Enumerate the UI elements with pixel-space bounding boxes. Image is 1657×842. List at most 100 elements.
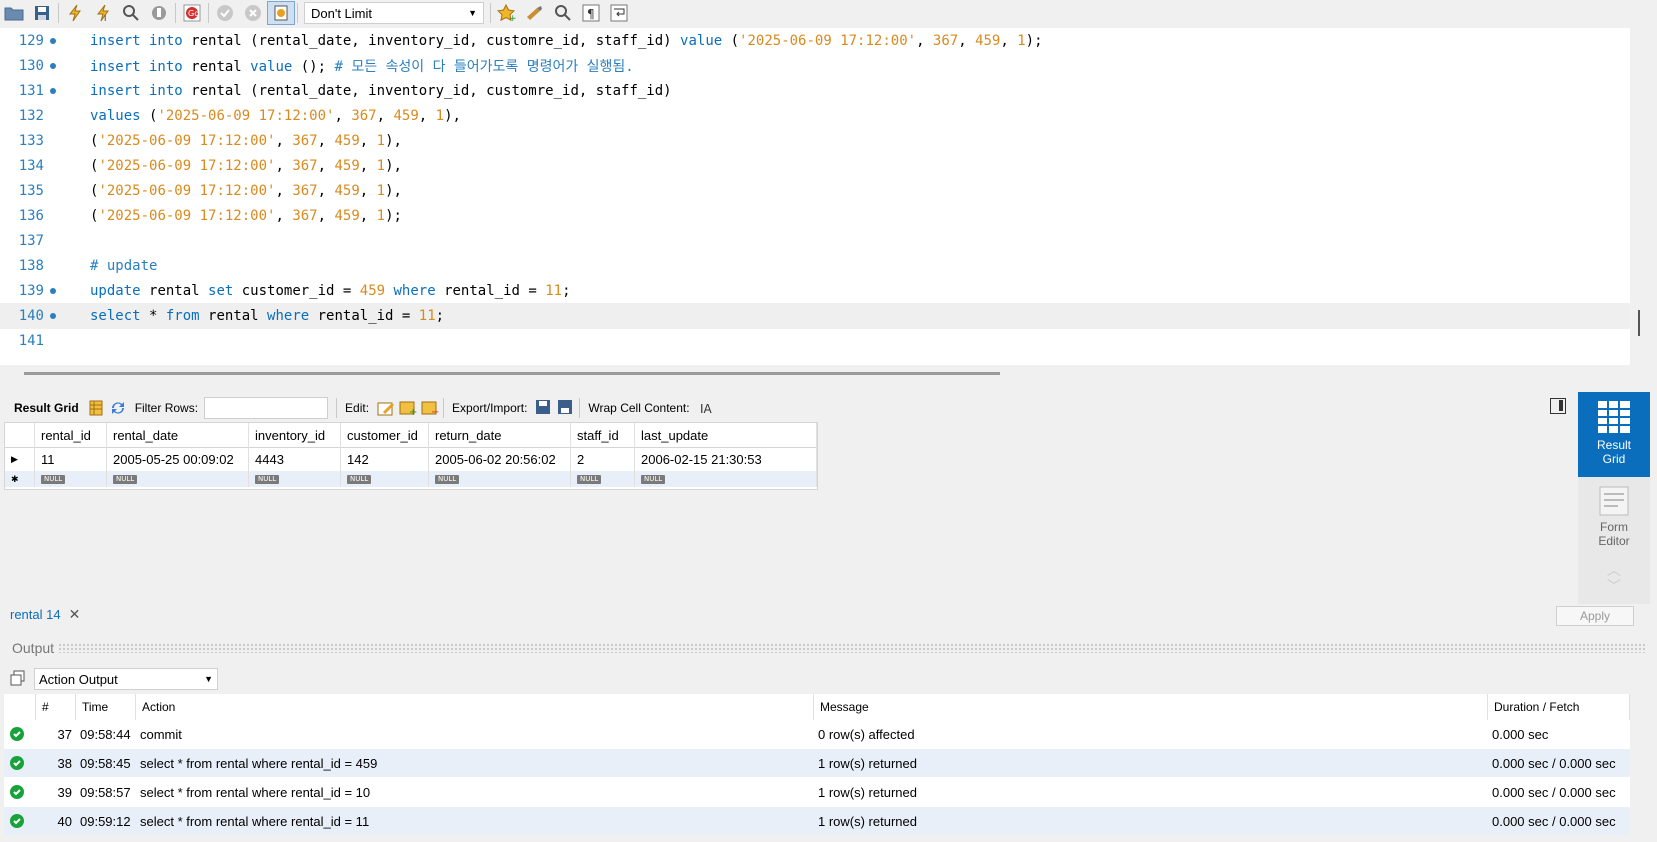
result-grid-view-button[interactable]: Result Grid [1578,392,1650,477]
wrap-cell-icon[interactable]: IA [696,398,718,418]
save-icon[interactable] [28,1,56,25]
output-type-select[interactable]: Action Output ▼ [34,668,218,690]
grid-null-cell[interactable]: NULL [635,471,817,487]
wrap-lines-icon[interactable] [605,1,633,25]
delete-row-icon[interactable]: − [419,398,441,418]
find-icon[interactable] [549,1,577,25]
grid-column-header[interactable]: last_update [635,423,817,447]
invisible-chars-icon[interactable]: ¶ [577,1,605,25]
export-icon[interactable] [533,398,555,418]
open-folder-icon[interactable] [0,1,28,25]
grid-cell[interactable]: 2005-05-25 00:09:02 [107,447,249,471]
code-line[interactable]: 129 insert into rental (rental_date, inve… [0,28,1630,54]
output-cell: 40 [57,813,72,829]
line-number: 137 [18,233,44,249]
copy-icon[interactable] [10,670,26,689]
vertical-scrollbar[interactable] [1638,310,1640,336]
code-token: , [275,208,293,224]
grid-null-cell[interactable]: NULL [429,471,571,487]
output-cell: 37 [57,726,72,742]
row-pointer-icon: ▶ [5,447,35,471]
grid-cell[interactable]: 4443 [249,447,341,471]
output-table[interactable]: # Time Action Message Duration / Fetch 37 09:5… [4,694,1630,835]
code-line[interactable]: 130 insert into rental value (); # 모든 속성이… [0,53,1630,79]
code-token: , [359,183,377,199]
output-column-header[interactable]: Duration / Fetch [1488,694,1630,720]
output-column-header[interactable]: Message [814,694,1488,720]
grid-new-row[interactable]: ✱ NULL NULL NULL NULL NULL NULL NULL [5,471,817,487]
output-row[interactable]: 38 09:58:45 select * from rental where ren… [4,749,1630,777]
autocommit-icon[interactable] [267,1,295,25]
code-token: (); [300,59,335,75]
code-line[interactable]: 135 ('2025-06-09 17:12:00', 367, 459, 1), [0,178,1630,204]
grid-cell[interactable]: 2006-02-15 21:30:53 [635,447,817,471]
toggle-side-panel-icon[interactable] [1550,398,1566,414]
code-line[interactable]: 140 select * from rental where rental_id … [0,303,1630,329]
output-column-header[interactable]: Action [136,694,814,720]
output-row[interactable]: 39 09:58:57 select * from rental where ren… [4,778,1630,806]
code-line[interactable]: 137 [0,228,1630,254]
grid-cell[interactable]: 2 [571,447,635,471]
execute-icon[interactable] [61,1,89,25]
sql-editor[interactable]: 129 insert into rental (rental_date, inve… [0,28,1630,365]
grid-column-header[interactable]: inventory_id [249,423,341,447]
code-line[interactable]: 134 ('2025-06-09 17:12:00', 367, 459, 1), [0,153,1630,179]
code-line[interactable]: 133 ('2025-06-09 17:12:00', 367, 459, 1), [0,128,1630,154]
output-cell: 0.000 sec [1492,726,1549,742]
code-token: select [90,308,150,324]
chevron-up-icon[interactable]: ︿ [1578,560,1650,578]
grid-null-cell[interactable]: NULL [107,471,249,487]
form-editor-view-label-1: Form [1600,520,1628,534]
grid-cell[interactable]: 2005-06-02 20:56:02 [429,447,571,471]
grid-null-cell[interactable]: NULL [341,471,429,487]
insert-row-icon[interactable]: + [397,398,419,418]
output-drag-handle[interactable] [58,643,1645,653]
code-line[interactable]: 139 update rental set customer_id = 459 w… [0,278,1630,304]
chevron-down-icon[interactable]: ﹀ [1578,576,1650,594]
code-line[interactable]: 131 insert into rental (rental_date, inve… [0,78,1630,104]
output-selector-row: Action Output ▼ [10,666,218,692]
grid-column-header[interactable]: rental_date [107,423,249,447]
output-column-header[interactable]: Time [76,694,136,720]
commit-icon[interactable] [211,1,239,25]
grid-null-cell[interactable]: NULL [571,471,635,487]
explain-icon[interactable] [117,1,145,25]
beautify-icon[interactable] [521,1,549,25]
bookmark-icon[interactable]: + [493,1,521,25]
code-token: , [317,133,335,149]
rollback-icon[interactable] [239,1,267,25]
grid-row[interactable]: ▶ 11 2005-05-25 00:09:02 4443 142 2005-06-02 … [5,447,817,471]
apply-button[interactable]: Apply [1556,606,1634,626]
form-editor-view-button[interactable]: Form Editor [1578,484,1650,564]
close-icon[interactable]: ✕ [69,606,81,623]
grid-column-header[interactable]: return_date [429,423,571,447]
code-line[interactable]: 138 # update [0,253,1630,279]
code-token: '2025-06-09 17:12:00' [98,158,276,174]
refresh-icon[interactable] [107,398,129,418]
code-line[interactable]: 136 ('2025-06-09 17:12:00', 367, 459, 1); [0,203,1630,229]
limit-rows-select[interactable]: Don't Limit ▼ [304,2,484,24]
code-line[interactable]: 132 values ('2025-06-09 17:12:00', 367, 4… [0,103,1630,129]
grid-null-cell[interactable]: NULL [249,471,341,487]
output-column-header[interactable]: # [36,694,76,720]
toggle-error-stop-icon[interactable]: Go [178,1,206,25]
execute-current-icon[interactable]: I [89,1,117,25]
result-grid[interactable]: rental_id rental_date inventory_id customer… [4,422,818,490]
result-tab[interactable]: rental 14 ✕ [10,606,80,623]
horizontal-scrollbar[interactable] [24,372,1000,375]
grid-column-header[interactable]: customer_id [341,423,429,447]
grid-column-header[interactable]: rental_id [35,423,107,447]
import-icon[interactable] [555,398,577,418]
result-tab-bar [0,604,1657,628]
edit-row-icon[interactable] [375,398,397,418]
code-line[interactable]: 141 [0,328,1630,354]
grid-cell[interactable]: 11 [35,447,107,471]
grid-layout-icon[interactable] [85,398,107,418]
grid-column-header[interactable]: staff_id [571,423,635,447]
grid-cell[interactable]: 142 [341,447,429,471]
grid-null-cell[interactable]: NULL [35,471,107,487]
filter-rows-input[interactable] [204,397,329,419]
output-row[interactable]: 37 09:58:44 commit 0 row(s) affected 0.000 s… [4,720,1630,748]
stop-icon[interactable] [145,1,173,25]
output-row[interactable]: 40 09:59:12 select * from rental where ren… [4,807,1630,835]
